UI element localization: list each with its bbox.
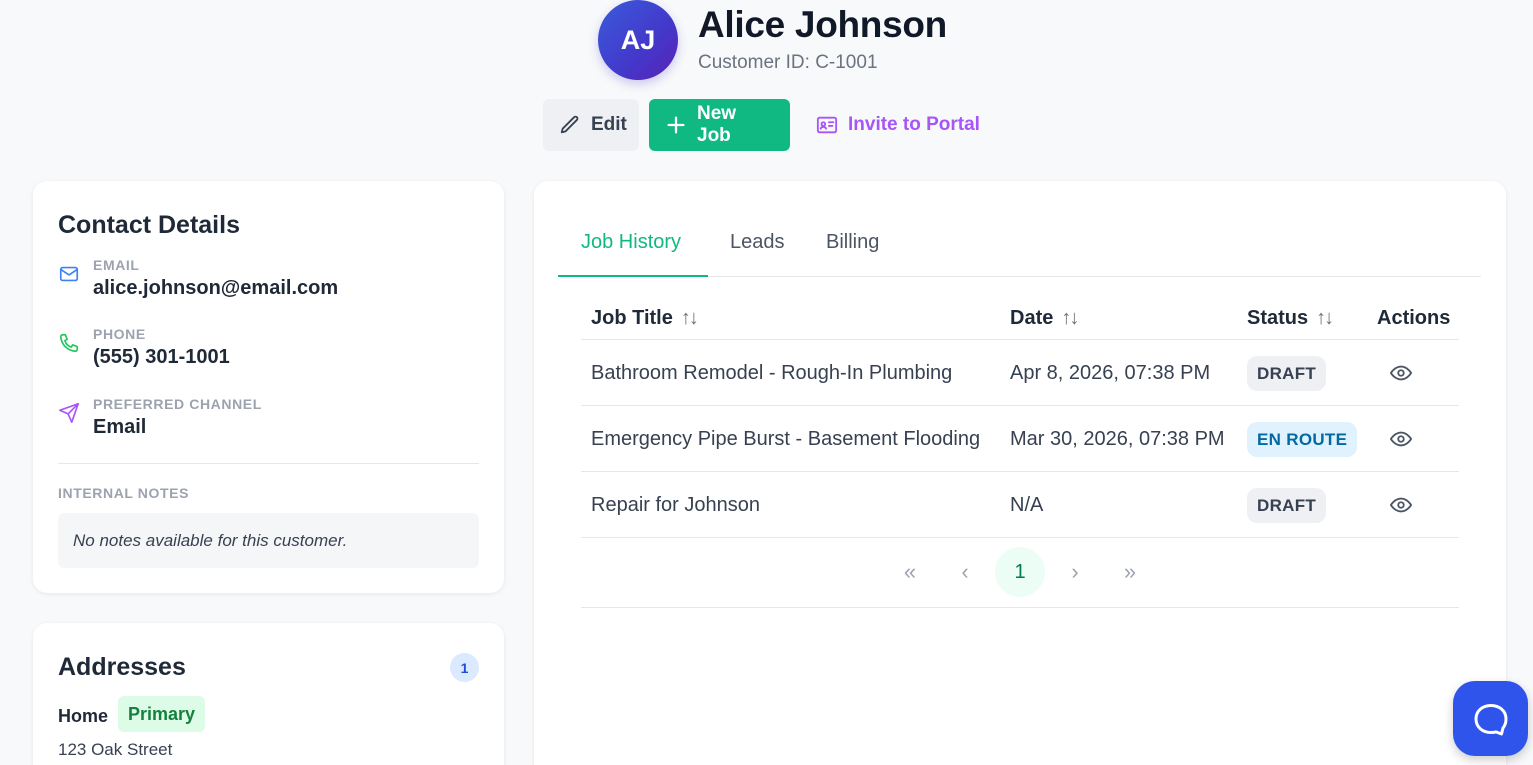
job-title-cell: Emergency Pipe Burst - Basement Flooding — [591, 427, 981, 450]
id-card-icon — [816, 116, 838, 134]
preferred-channel-value: Email — [93, 416, 147, 438]
sort-icon[interactable]: ↑↓ — [1316, 307, 1334, 330]
phone-icon — [59, 333, 79, 353]
view-eye-icon[interactable] — [1390, 362, 1412, 384]
sort-icon[interactable]: ↑↓ — [681, 307, 699, 330]
first-page-button[interactable]: « — [885, 547, 935, 597]
status-badge: DRAFT — [1247, 488, 1327, 523]
internal-notes-label: INTERNAL NOTES — [58, 485, 190, 501]
address-type: Home — [58, 706, 109, 726]
email-field: EMAIL alice.johnson@email.com — [58, 257, 478, 317]
tab-leads[interactable]: Leads — [730, 219, 785, 277]
contact-details-title: Contact Details — [58, 211, 240, 239]
view-eye-icon[interactable] — [1390, 494, 1412, 516]
date-cell: N/A — [1010, 493, 1044, 516]
edit-button[interactable]: Edit — [543, 99, 639, 151]
column-header-label: Actions — [1377, 307, 1451, 329]
avatar: AJ — [598, 0, 678, 80]
job-title-cell: Repair for Johnson — [591, 493, 760, 516]
phone-value[interactable]: (555) 301-1001 — [93, 346, 230, 369]
internal-notes-box: No notes available for this customer. — [58, 513, 479, 568]
column-header-label: Job Title — [591, 307, 673, 329]
chat-bubble-icon — [1474, 703, 1507, 735]
previous-page-button[interactable]: ‹ — [940, 547, 990, 597]
pencil-icon — [560, 115, 579, 134]
date-cell: Mar 30, 2026, 07:38 PM — [1010, 427, 1225, 450]
pagination-divider — [581, 607, 1459, 608]
page-1-button[interactable]: 1 — [995, 547, 1045, 597]
column-header-status[interactable]: Status ↑↓ — [1247, 307, 1334, 330]
addresses-card: Addresses 1 Home Primary 123 Oak Street — [33, 623, 504, 765]
invite-button-label: Invite to Portal — [848, 114, 980, 135]
status-badge: DRAFT — [1247, 356, 1327, 391]
send-icon — [59, 403, 79, 423]
status-badge: EN ROUTE — [1247, 422, 1358, 457]
divider — [58, 463, 479, 464]
address-line: 123 Oak Street — [58, 740, 173, 759]
view-eye-icon[interactable] — [1390, 428, 1412, 450]
date-cell: Apr 8, 2026, 07:38 PM — [1010, 361, 1211, 384]
invite-to-portal-button[interactable]: Invite to Portal — [800, 99, 996, 151]
email-value[interactable]: alice.johnson@email.com — [93, 277, 338, 300]
column-header-label: Date — [1010, 307, 1054, 329]
tab-bar: Job History Leads Billing — [558, 219, 1481, 277]
table-row: Repair for Johnson N/A DRAFT — [581, 471, 1459, 537]
preferred-channel-label: PREFERRED CHANNEL — [93, 396, 262, 412]
table-row: Emergency Pipe Burst - Basement Flooding… — [581, 405, 1459, 471]
new-job-button[interactable]: New Job — [649, 99, 790, 151]
preferred-channel-field: PREFERRED CHANNEL Email — [58, 396, 478, 456]
mail-icon — [59, 266, 79, 282]
help-chat-button[interactable] — [1453, 681, 1528, 756]
address-count-badge: 1 — [450, 653, 479, 682]
addresses-title: Addresses — [58, 653, 186, 681]
column-header-date[interactable]: Date ↑↓ — [1010, 307, 1079, 330]
phone-label: PHONE — [93, 326, 146, 342]
customer-id: Customer ID: C-1001 — [698, 52, 878, 73]
active-tab-indicator — [558, 275, 708, 277]
new-job-button-label: New Job — [697, 103, 737, 146]
customer-name: Alice Johnson — [698, 4, 947, 45]
tab-job-history[interactable]: Job History — [581, 219, 681, 277]
column-header-job-title[interactable]: Job Title ↑↓ — [591, 307, 699, 330]
column-header-actions: Actions — [1377, 307, 1450, 330]
edit-button-label: Edit — [591, 114, 627, 135]
pagination: « ‹ 1 › » — [581, 537, 1459, 608]
tab-billing[interactable]: Billing — [826, 219, 879, 277]
job-title-cell: Bathroom Remodel - Rough-In Plumbing — [591, 361, 953, 384]
phone-field: PHONE (555) 301-1001 — [58, 326, 478, 386]
primary-badge: Primary — [118, 696, 206, 732]
plus-icon — [667, 116, 685, 134]
column-header-label: Status — [1247, 307, 1309, 329]
sort-icon[interactable]: ↑↓ — [1061, 307, 1079, 330]
job-history-card: Job History Leads Billing Job Title ↑↓ D… — [534, 181, 1506, 765]
customer-header: AJ Alice Johnson Customer ID: C-1001 Edi… — [0, 0, 1533, 170]
contact-details-card: Contact Details EMAIL alice.johnson@emai… — [33, 181, 504, 593]
last-page-button[interactable]: » — [1105, 547, 1155, 597]
next-page-button[interactable]: › — [1050, 547, 1100, 597]
table-row: Bathroom Remodel - Rough-In Plumbing Apr… — [581, 339, 1459, 405]
email-label: EMAIL — [93, 257, 140, 273]
